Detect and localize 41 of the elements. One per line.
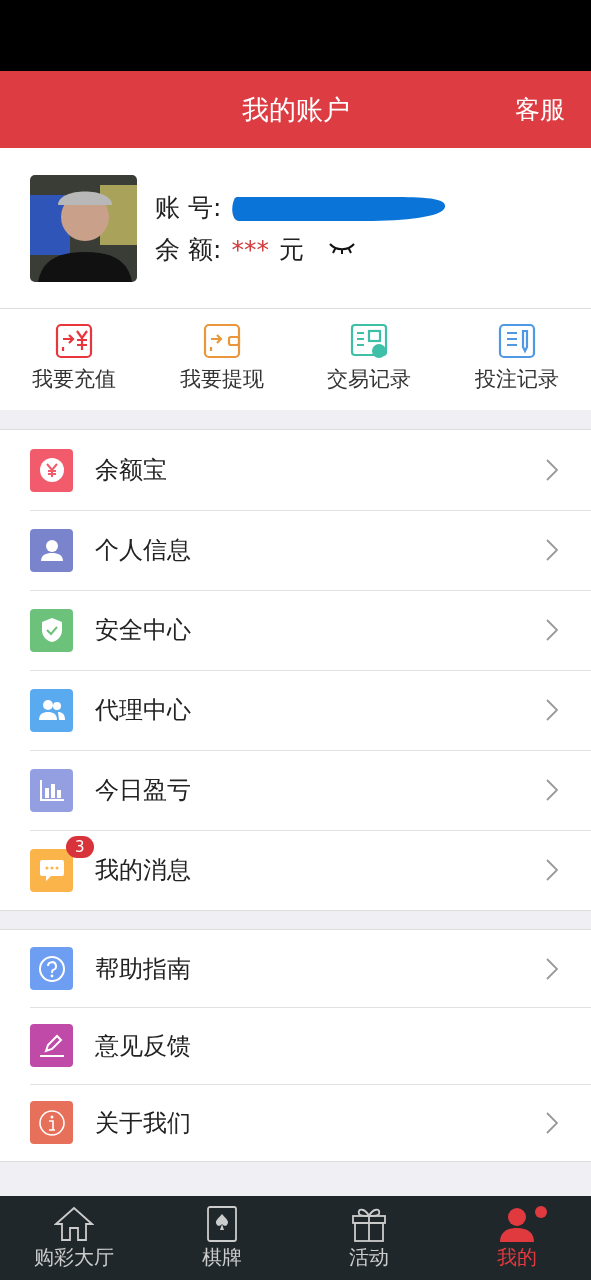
home-icon [53, 1205, 94, 1242]
closed-eye-icon[interactable] [327, 241, 356, 257]
yen-icon [38, 457, 65, 483]
menu-item[interactable]: 个人信息 [0, 510, 591, 590]
tab[interactable]: 我的 [443, 1196, 591, 1280]
tab[interactable]: 购彩大厅 [0, 1196, 148, 1280]
help-icon [37, 954, 66, 983]
balance-value: *** [231, 234, 269, 264]
menu-item[interactable]: 今日盈亏 [0, 750, 591, 830]
person-icon [39, 538, 64, 562]
menu-item[interactable]: 代理中心 [0, 670, 591, 750]
customer-service-button[interactable]: 客服 [515, 93, 565, 126]
info-icon [37, 1108, 66, 1137]
currency-unit: 元 [278, 233, 304, 266]
quick-action[interactable]: 交易记录 [295, 309, 444, 410]
pencil-icon [37, 1032, 66, 1059]
quick-action[interactable]: 投注记录 [443, 309, 591, 410]
menu-item[interactable]: 关于我们 [0, 1084, 591, 1161]
chat-icon [38, 858, 65, 882]
account-label: 账 号: [155, 192, 222, 224]
shield-icon [40, 617, 63, 643]
receipt-icon [350, 322, 389, 359]
tab[interactable]: 棋牌 [147, 1196, 296, 1280]
menu-item[interactable]: 余额宝 [0, 430, 591, 510]
recharge-icon [54, 322, 93, 359]
menu-item[interactable]: 安全中心 [0, 590, 591, 670]
quick-action[interactable]: 我要充值 [0, 309, 148, 410]
menu-item[interactable]: 意见反馈 [0, 1007, 591, 1084]
page-title: 我的账户 [241, 92, 350, 127]
balance-label: 余 额: [155, 233, 222, 266]
unread-badge: 3 [66, 835, 94, 858]
tab[interactable]: 活动 [295, 1196, 444, 1280]
wallet-icon [202, 322, 241, 359]
notes-icon [498, 322, 537, 359]
people-icon [38, 699, 65, 721]
quick-action[interactable]: 我要提现 [147, 309, 296, 410]
user-icon [498, 1205, 537, 1242]
bar-chart-icon [38, 778, 65, 802]
playing-card-icon [206, 1205, 237, 1242]
menu-item[interactable]: 帮助指南 [0, 930, 591, 1007]
menu-item[interactable]: 3 我的消息 [0, 830, 591, 910]
